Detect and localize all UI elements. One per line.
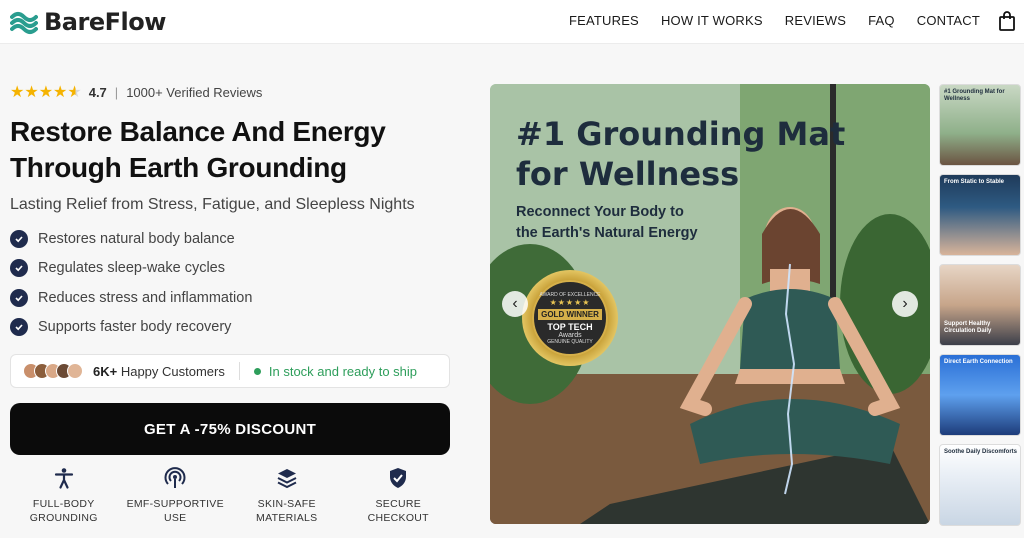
stock-text: In stock and ready to ship	[268, 363, 418, 379]
page-title: Restore Balance And Energy Through Earth…	[10, 116, 386, 183]
check-icon	[10, 288, 28, 307]
badge-gold: GOLD WINNER	[538, 308, 602, 320]
check-icon	[10, 318, 28, 337]
list-item: Supports faster body recovery	[10, 313, 452, 343]
benefit-text: Regulates sleep-wake cycles	[38, 260, 225, 277]
nav-reviews[interactable]: REVIEWS	[785, 13, 846, 28]
thumbnail-label: #1 Grounding Mat for Wellness	[944, 89, 1005, 102]
hero-subtitle-line: Reconnect Your Body to	[516, 204, 684, 220]
thumbnail-label: Soothe Daily Discomforts	[944, 449, 1018, 455]
logo-icon	[10, 12, 38, 34]
badge-tech: TOP TECH	[547, 321, 593, 332]
happy-count: 6K+	[93, 363, 118, 379]
thumbnail-label: Support Healthy Circulation Daily	[944, 321, 992, 334]
rating-value: 4.7	[88, 84, 107, 100]
stock-status: In stock and ready to ship	[253, 363, 418, 379]
thumbnail-5[interactable]: Soothe Daily Discomforts	[939, 444, 1021, 526]
customer-avatars	[23, 363, 83, 379]
avatar	[67, 363, 83, 379]
feature-secure: SECURE CHECKOUT	[345, 467, 453, 525]
thumbnail-1[interactable]: #1 Grounding Mat for Wellness	[939, 84, 1021, 166]
main-nav: FEATURES HOW IT WORKS REVIEWS FAQ CONTAC…	[569, 13, 980, 28]
list-item: Reduces stress and inflammation	[10, 283, 452, 313]
feature-emf: EMF-SUPPORTIVE USE	[122, 467, 230, 525]
hero-title-line: for Wellness	[516, 155, 740, 193]
badge-inner: AWARD OF EXCELLENCE ★★★★★ GOLD WINNER TO…	[532, 280, 608, 356]
star-icon: ★	[38, 84, 53, 101]
feature-label: SKIN-SAFE	[257, 498, 316, 510]
feature-label: EMF-SUPPORTIVE	[126, 498, 224, 510]
divider	[238, 362, 240, 380]
star-icon: ★	[24, 84, 38, 101]
brand-name: BareFlow	[44, 8, 166, 36]
gold-award-badge: AWARD OF EXCELLENCE ★★★★★ GOLD WINNER TO…	[522, 270, 618, 366]
review-count: 1000+ Verified Reviews	[126, 84, 263, 100]
brand-logo[interactable]: BareFlow	[10, 8, 166, 36]
list-item: Regulates sleep-wake cycles	[10, 254, 452, 284]
rating-separator: |	[114, 84, 119, 100]
feature-icons: FULL-BODY GROUNDING EMF-SUPPORTIVE USE S…	[10, 467, 452, 525]
benefit-text: Reduces stress and inflammation	[38, 289, 253, 306]
happy-customers: 6K+ Happy Customers	[93, 364, 225, 379]
next-image-button[interactable]: ›	[892, 291, 918, 317]
chevron-right-icon: ›	[902, 295, 908, 312]
feature-skin-safe: SKIN-SAFE MATERIALS	[233, 467, 341, 525]
hero-subtitle: Reconnect Your Body to the Earth's Natur…	[516, 202, 698, 244]
nav-faq[interactable]: FAQ	[868, 13, 895, 28]
benefit-text: Supports faster body recovery	[38, 319, 232, 336]
prev-image-button[interactable]: ‹	[502, 291, 528, 317]
chevron-left-icon: ‹	[512, 295, 518, 312]
check-icon	[10, 229, 28, 248]
thumbnail-label: From Static to Stable	[944, 179, 1005, 185]
layers-icon	[277, 469, 297, 489]
badge-awards: Awards	[558, 331, 582, 339]
rating-summary[interactable]: ★ ★ ★ ★ ★ 4.7 | 1000+ Verified Reviews	[10, 82, 452, 102]
star-icon: ★	[53, 84, 67, 101]
signal-icon	[164, 467, 186, 488]
nav-contact[interactable]: CONTACT	[917, 13, 980, 28]
benefit-text: Restores natural body balance	[38, 230, 235, 247]
badge-ring-bottom: GENUINE QUALITY	[547, 338, 593, 345]
feature-label: FULL-BODY	[32, 498, 95, 510]
hero-subtitle-line: the Earth's Natural Energy	[516, 225, 698, 241]
thumbnail-label: Direct Earth Connection	[944, 359, 1013, 365]
product-hero-image: #1 Grounding Mat for Wellness Reconnect …	[490, 84, 930, 524]
social-proof-bar: 6K+ Happy Customers In stock and ready t…	[10, 354, 450, 388]
feature-label: MATERIALS	[256, 512, 318, 524]
feature-label: USE	[164, 512, 187, 524]
person-icon	[54, 468, 73, 489]
check-icon	[10, 259, 28, 278]
list-item: Restores natural body balance	[10, 224, 452, 254]
hero-title: #1 Grounding Mat for Wellness	[516, 114, 845, 194]
thumbnail-3[interactable]: Support Healthy Circulation Daily	[939, 264, 1021, 346]
shield-check-icon	[390, 468, 407, 488]
status-dot-icon	[253, 367, 261, 375]
star-rating: ★ ★ ★ ★ ★	[10, 82, 82, 102]
page-subtitle: Lasting Relief from Stress, Fatigue, and…	[10, 196, 415, 213]
thumbnail-strip: #1 Grounding Mat for Wellness From Stati…	[939, 84, 1021, 534]
hero-copy: ★ ★ ★ ★ ★ 4.7 | 1000+ Verified Reviews R…	[10, 82, 452, 525]
hero-title-line: #1 Grounding Mat	[516, 115, 846, 153]
star-icon: ★	[10, 84, 24, 101]
feature-label: SECURE	[375, 498, 422, 510]
shopping-bag-icon[interactable]	[998, 10, 1016, 32]
feature-full-body: FULL-BODY GROUNDING	[10, 467, 118, 525]
discount-button[interactable]: GET A -75% DISCOUNT	[10, 403, 450, 455]
badge-stars: ★★★★★	[549, 297, 591, 307]
nav-how-it-works[interactable]: HOW IT WORKS	[661, 13, 763, 28]
nav-features[interactable]: FEATURES	[569, 13, 639, 28]
benefit-list: Restores natural body balance Regulates …	[10, 224, 452, 342]
thumbnail-2[interactable]: From Static to Stable	[939, 174, 1021, 256]
thumbnail-4[interactable]: Direct Earth Connection	[939, 354, 1021, 436]
happy-label: Happy Customers	[117, 363, 225, 379]
feature-label: CHECKOUT	[367, 512, 429, 524]
site-header: BareFlow FEATURES HOW IT WORKS REVIEWS F…	[0, 0, 1024, 44]
feature-label: GROUNDING	[29, 512, 98, 524]
half-star-icon: ★	[67, 84, 81, 101]
